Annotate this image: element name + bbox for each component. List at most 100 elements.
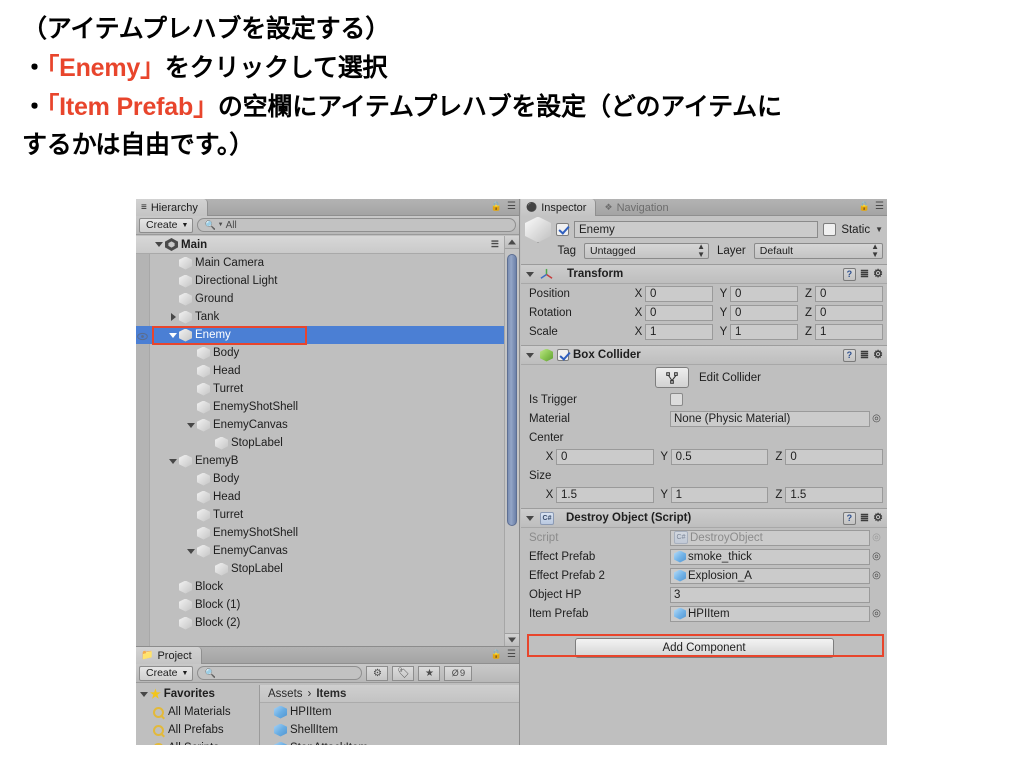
effect-prefab-field[interactable]: smoke_thick [670, 548, 870, 565]
transform-header[interactable]: Transform ? ≣ ⚙ [521, 265, 887, 284]
favorites-item-all-materials[interactable]: All Materials [136, 703, 259, 721]
object-enabled-checkbox[interactable] [556, 223, 569, 236]
hierarchy-search-input[interactable]: 🔍 ▼ All [197, 218, 516, 232]
hierarchy-item-main-camera[interactable]: Main Camera [136, 254, 519, 272]
transform-rotation-x-field[interactable]: 0 [645, 304, 713, 321]
scroll-down-button[interactable] [505, 633, 519, 646]
tab-navigation[interactable]: ❖ Navigation [600, 199, 678, 216]
asset-item-hpiitem[interactable]: HPIItem [260, 703, 519, 721]
lock-icon[interactable]: 🔒 [859, 201, 870, 212]
edit-collider-button[interactable] [655, 367, 689, 388]
scroll-up-button[interactable] [505, 236, 519, 249]
hierarchy-item-enemy[interactable]: Enemy [136, 326, 519, 344]
chevron-down-icon[interactable] [525, 350, 536, 361]
hierarchy-item-turret[interactable]: Turret [136, 380, 519, 398]
filter-by-type-icon[interactable]: ⚙ [366, 665, 389, 681]
hierarchy-item-ground[interactable]: Ground [136, 290, 519, 308]
hierarchy-scene-root[interactable]: Main ☰ [136, 236, 519, 254]
lock-icon[interactable]: 🔒 [491, 201, 502, 212]
project-search-input[interactable]: 🔍 [197, 666, 363, 680]
favorite-star-icon[interactable]: ★ [418, 665, 441, 681]
preset-icon[interactable]: ≣ [860, 268, 869, 280]
preset-icon[interactable]: ≣ [860, 349, 869, 361]
transform-scale-x-field[interactable]: 1 [645, 323, 713, 340]
item-prefab-field[interactable]: HPIItem [670, 605, 870, 622]
hierarchy-item-body[interactable]: Body [136, 344, 519, 362]
is-trigger-checkbox[interactable] [670, 393, 683, 406]
destroy-object-header[interactable]: C# Destroy Object (Script) ? ≣ ⚙ [521, 509, 887, 528]
tab-project[interactable]: 📁 Project [136, 647, 202, 664]
object-picker-icon[interactable]: ◎ [870, 413, 883, 424]
center-x-field[interactable]: 0 [556, 448, 654, 465]
transform-scale-z-field[interactable]: 1 [815, 323, 883, 340]
transform-position-x-field[interactable]: 0 [645, 285, 713, 302]
chevron-right-icon[interactable] [168, 312, 179, 323]
hierarchy-item-enemycanvas[interactable]: EnemyCanvas [136, 416, 519, 434]
hierarchy-scrollbar[interactable] [504, 236, 519, 646]
asset-item-stopattackitem[interactable]: StopAttackItem [260, 739, 519, 745]
hierarchy-item-head[interactable]: Head [136, 362, 519, 380]
hierarchy-item-enemyshotshell[interactable]: EnemyShotShell [136, 398, 519, 416]
project-favorites-tree[interactable]: ★ Favorites All MaterialsAll PrefabsAll … [136, 685, 260, 745]
gear-icon[interactable]: ⚙ [873, 268, 883, 280]
help-icon[interactable]: ? [842, 511, 856, 525]
box-collider-enabled-checkbox[interactable] [557, 349, 569, 361]
hierarchy-item-tank[interactable]: Tank [136, 308, 519, 326]
add-component-button[interactable]: Add Component [574, 638, 834, 658]
box-collider-header[interactable]: Box Collider ? ≣ ⚙ [521, 346, 887, 365]
object-picker-icon[interactable]: ◎ [870, 551, 883, 562]
center-y-field[interactable]: 0.5 [670, 448, 769, 465]
chevron-down-icon[interactable] [186, 546, 197, 557]
hierarchy-item-enemyshotshell[interactable]: EnemyShotShell [136, 524, 519, 542]
tag-dropdown[interactable]: Untagged ▲ ▼ [584, 243, 709, 259]
gear-icon[interactable]: ⚙ [873, 349, 883, 361]
preset-icon[interactable]: ≣ [860, 512, 869, 524]
static-checkbox[interactable] [823, 223, 837, 236]
help-icon[interactable]: ? [842, 267, 856, 281]
chevron-down-icon[interactable] [168, 456, 179, 467]
hierarchy-item-block[interactable]: Block [136, 578, 519, 596]
chevron-down-icon[interactable] [525, 269, 536, 280]
visibility-eye-icon[interactable] [137, 332, 148, 341]
filter-by-label-icon[interactable]: 🏷 [392, 665, 415, 681]
transform-position-y-field[interactable]: 0 [730, 285, 798, 302]
layer-dropdown[interactable]: Default ▲ ▼ [753, 243, 883, 259]
transform-rotation-y-field[interactable]: 0 [730, 304, 798, 321]
object-picker-icon[interactable]: ◎ [870, 570, 883, 581]
lock-icon[interactable]: 🔒 [491, 649, 502, 660]
favorites-root[interactable]: ★ Favorites [136, 685, 259, 703]
transform-rotation-z-field[interactable]: 0 [815, 304, 883, 321]
object-name-field[interactable]: Enemy [574, 221, 819, 238]
scene-menu-icon[interactable]: ☰ [491, 239, 499, 250]
hierarchy-item-stoplabel[interactable]: StopLabel [136, 560, 519, 578]
panel-menu-icon[interactable]: ☰ [875, 201, 884, 212]
favorites-item-all-prefabs[interactable]: All Prefabs [136, 721, 259, 739]
hierarchy-item-enemycanvas[interactable]: EnemyCanvas [136, 542, 519, 560]
tab-inspector[interactable]: ⚫ Inspector [521, 199, 597, 216]
hierarchy-item-stoplabel[interactable]: StopLabel [136, 434, 519, 452]
breadcrumb[interactable]: Assets › Items [260, 685, 519, 703]
effect-prefab-2-field[interactable]: Explosion_A [670, 567, 870, 584]
panel-menu-icon[interactable]: ☰ [507, 649, 516, 660]
script-field[interactable]: C# DestroyObject [670, 529, 870, 546]
panel-menu-icon[interactable]: ☰ [507, 201, 516, 212]
hierarchy-tree[interactable]: Main ☰ Main Camera Directional Light Groun… [136, 236, 519, 646]
breadcrumb-assets[interactable]: Assets [268, 688, 303, 700]
tab-hierarchy[interactable]: ≡ Hierarchy [136, 199, 208, 216]
material-object-field[interactable]: None (Physic Material) [670, 410, 870, 427]
hierarchy-create-button[interactable]: Create ▼ [139, 217, 194, 233]
transform-scale-y-field[interactable]: 1 [730, 323, 798, 340]
hierarchy-item-block-1[interactable]: Block (1) [136, 596, 519, 614]
chevron-down-icon[interactable] [154, 239, 165, 250]
chevron-down-icon[interactable] [525, 513, 536, 524]
object-hp-field[interactable]: 3 [670, 586, 870, 603]
gear-icon[interactable]: ⚙ [873, 512, 883, 524]
size-x-field[interactable]: 1.5 [556, 486, 654, 503]
project-create-button[interactable]: Create ▼ [139, 665, 194, 681]
center-z-field[interactable]: 0 [785, 448, 884, 465]
hierarchy-item-turret[interactable]: Turret [136, 506, 519, 524]
favorites-item-all-scripts[interactable]: All Scripts [136, 739, 259, 745]
object-picker-icon[interactable]: ◎ [870, 608, 883, 619]
hidden-assets-indicator[interactable]: Ø 9 [444, 665, 473, 681]
project-asset-browser[interactable]: Assets › Items HPIItem ShellItem StopAttac… [260, 685, 519, 745]
